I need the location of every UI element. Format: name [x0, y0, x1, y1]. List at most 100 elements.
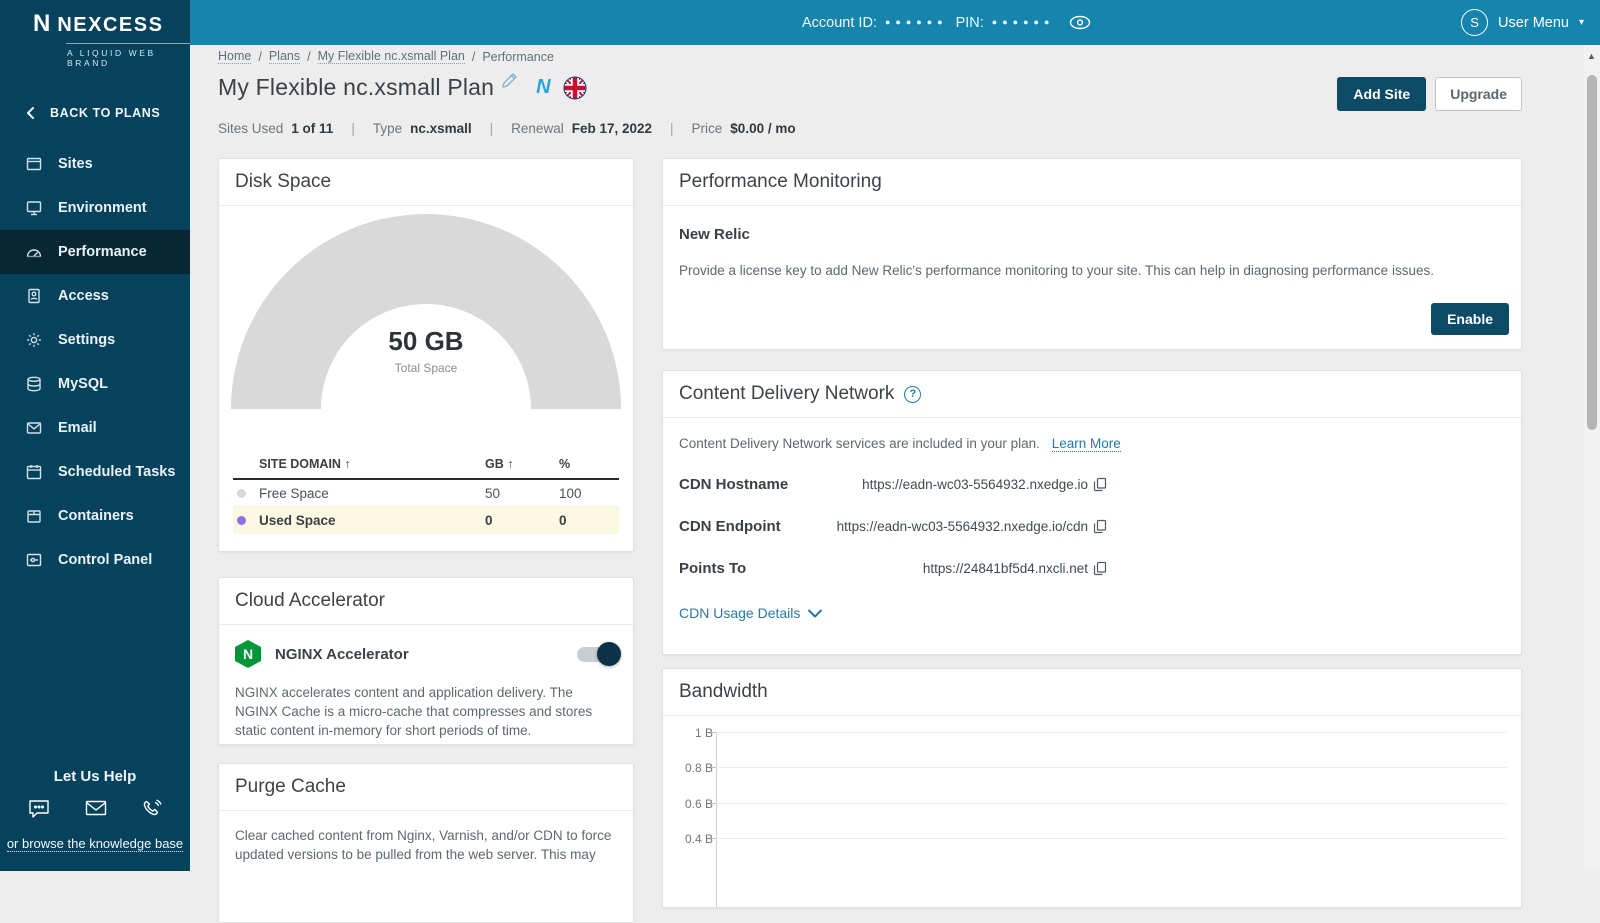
cdn-usage-details-link[interactable]: CDN Usage Details [663, 605, 1521, 621]
sidebar-item-mysql[interactable]: MySQL [0, 362, 190, 406]
chevron-down-icon: ▾ [1578, 17, 1584, 28]
user-menu-label: User Menu [1498, 14, 1569, 31]
meta-label: Renewal [511, 121, 564, 136]
sidebar-item-label: Sites [58, 156, 93, 172]
cdn-intro-text: Content Delivery Network services are in… [679, 436, 1040, 451]
enable-button[interactable]: Enable [1431, 303, 1509, 335]
breadcrumb-home[interactable]: Home [218, 49, 252, 64]
breadcrumb-separator: / [307, 49, 311, 64]
copy-icon[interactable] [1093, 477, 1107, 492]
purge-cache-title: Purge Cache [219, 764, 633, 811]
row-pct: 0 [559, 513, 567, 528]
top-bar: Account ID: ●●●●●● PIN: ●●●●●● S User Me… [190, 0, 1600, 45]
y-axis-line [716, 732, 717, 907]
gauge-total-label: Total Space [394, 361, 458, 375]
learn-more-link[interactable]: Learn More [1051, 436, 1121, 452]
envelope-icon [25, 419, 43, 437]
col-header-gb[interactable]: GB ↑ [485, 457, 559, 471]
upgrade-button[interactable]: Upgrade [1435, 77, 1522, 111]
box-icon [25, 507, 43, 525]
sidebar-footer: Let Us Help or browse the knowledge base [0, 768, 190, 853]
disk-space-title: Disk Space [219, 159, 633, 206]
brand-tagline: A LIQUID WEB BRAND [67, 48, 156, 68]
breadcrumb-plans[interactable]: Plans [268, 49, 301, 64]
y-tick-label: 0.8 B [684, 761, 713, 775]
add-site-button[interactable]: Add Site [1337, 77, 1427, 111]
window-icon [25, 155, 43, 173]
cloud-accelerator-card: Cloud Accelerator N NGINX Accelerator NG… [218, 577, 634, 745]
knowledge-base-link[interactable]: or browse the knowledge base [6, 836, 184, 852]
cdn-endpoint-row: CDN Endpoint https://eadn-wc03-5564932.n… [663, 518, 1521, 535]
sidebar: N NEXCESS A LIQUID WEB BRAND BACK TO PLA… [0, 0, 190, 871]
vertical-scrollbar[interactable]: ▲ [1584, 45, 1600, 871]
col-header-site-domain[interactable]: SITE DOMAIN ↑ [259, 457, 485, 471]
col-header-pct[interactable]: % [559, 457, 619, 471]
toggle-knob [597, 641, 621, 666]
copy-icon[interactable] [1093, 519, 1107, 534]
sidebar-item-control-panel[interactable]: Control Panel [0, 538, 190, 582]
monitor-icon [25, 199, 43, 217]
user-menu[interactable]: S User Menu ▾ [1461, 0, 1584, 45]
nginx-accelerator-toggle[interactable] [577, 641, 621, 666]
cloud-accelerator-description: NGINX accelerates content and applicatio… [235, 685, 593, 739]
y-tick-label: 1 B [694, 726, 713, 740]
cdn-hostname-label: CDN Hostname [679, 476, 789, 493]
gauge-total-value: 50 GB [388, 326, 464, 356]
row-pct: 100 [559, 485, 582, 501]
meta-value: nc.xsmall [410, 121, 472, 136]
edit-pencil-icon[interactable] [500, 72, 518, 90]
breadcrumb-separator: / [471, 49, 476, 64]
free-space-dot-icon [237, 488, 246, 498]
sidebar-item-access[interactable]: Access [0, 274, 190, 318]
cdn-endpoint-label: CDN Endpoint [679, 518, 781, 535]
mail-icon[interactable] [84, 798, 108, 820]
nexcess-logo[interactable]: N NEXCESS A LIQUID WEB BRAND [0, 0, 190, 68]
sidebar-item-performance[interactable]: Performance [0, 230, 190, 274]
chat-icon[interactable] [27, 798, 51, 820]
phone-icon[interactable] [141, 798, 163, 820]
breadcrumb-plan[interactable]: My Flexible nc.xsmall Plan [317, 49, 465, 64]
sidebar-item-label: Settings [58, 332, 116, 348]
purge-cache-description: Clear cached content from Nginx, Varnish… [235, 828, 612, 863]
eye-icon[interactable] [1068, 14, 1092, 31]
sidebar-item-settings[interactable]: Settings [0, 318, 190, 362]
meta-value: 1 of 11 [291, 121, 334, 136]
back-to-plans-button[interactable]: BACK TO PLANS [0, 96, 190, 130]
sidebar-item-label: Email [58, 420, 97, 436]
avatar: S [1461, 9, 1489, 36]
sidebar-item-sites[interactable]: Sites [0, 142, 190, 186]
sidebar-item-scheduled-tasks[interactable]: Scheduled Tasks [0, 450, 190, 494]
account-id-masked: ●●●●●● [884, 16, 948, 27]
account-id-label: Account ID: [802, 14, 877, 31]
points-to-label: Points To [679, 560, 747, 577]
cdn-card: Content Delivery Network ? Content Deliv… [662, 370, 1522, 655]
nginx-logo-icon: N [235, 640, 261, 668]
sidebar-nav: Sites Environment Performance Access Set… [0, 142, 190, 582]
nexcess-n-icon: N [536, 76, 551, 98]
scrollbar-thumb[interactable] [1587, 75, 1597, 430]
sidebar-item-environment[interactable]: Environment [0, 186, 190, 230]
cdn-hostname-row: CDN Hostname https://eadn-wc03-5564932.n… [663, 476, 1521, 493]
performance-monitoring-title: Performance Monitoring [663, 159, 1521, 206]
help-question-icon[interactable]: ? [904, 385, 922, 403]
cdn-title: Content Delivery Network [679, 383, 895, 404]
sidebar-item-label: Containers [58, 508, 134, 524]
sidebar-item-containers[interactable]: Containers [0, 494, 190, 538]
table-row-free-space: Free Space 50 100 [233, 480, 619, 507]
uk-flag-icon [563, 76, 587, 100]
sidebar-item-label: Access [58, 288, 109, 304]
speedometer-icon [25, 243, 43, 261]
meta-value: Feb 17, 2022 [571, 121, 653, 136]
nginx-accelerator-label: NGINX Accelerator [275, 645, 409, 663]
sidebar-item-email[interactable]: Email [0, 406, 190, 450]
purge-cache-card: Purge Cache Clear cached content from Ng… [218, 763, 634, 923]
pin-label: PIN: [955, 14, 984, 31]
cloud-accelerator-title: Cloud Accelerator [219, 578, 633, 625]
nexcess-logo-mark-icon: N [33, 10, 51, 37]
cdn-usage-details-label: CDN Usage Details [679, 605, 801, 621]
scroll-up-arrow-icon[interactable]: ▲ [1587, 51, 1596, 61]
page-title: My Flexible nc.xsmall Plan [218, 74, 495, 100]
copy-icon[interactable] [1093, 561, 1107, 576]
row-label: Free Space [259, 485, 329, 501]
table-row-used-space: Used Space 0 0 [233, 507, 619, 534]
